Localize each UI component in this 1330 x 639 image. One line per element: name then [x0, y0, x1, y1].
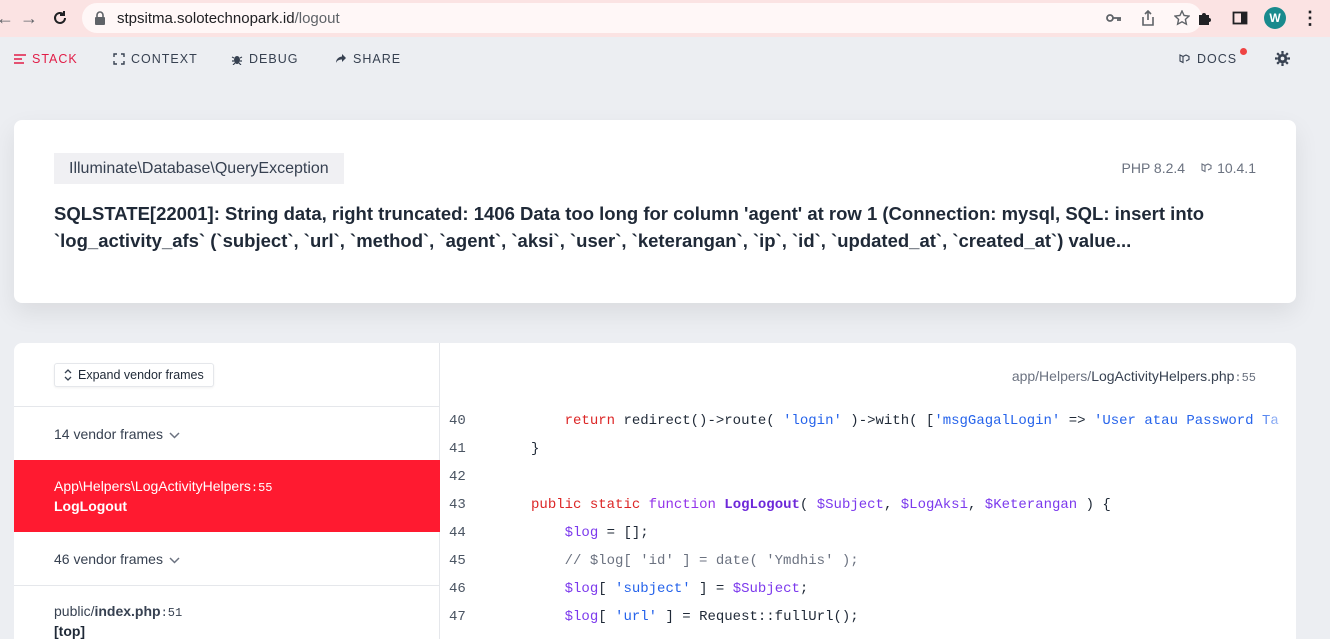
code-line[interactable]: 40 return redirect()->route( 'login' )->… [441, 407, 1279, 435]
exception-class[interactable]: Illuminate\Database\QueryException [54, 153, 344, 184]
code-line[interactable]: 44 $log = []; [441, 519, 1279, 547]
line-number: 41 [449, 441, 466, 457]
code-fade-overlay [1256, 407, 1296, 463]
code-line[interactable]: 43 public static function LogLogout( $Su… [441, 491, 1279, 519]
code-line[interactable]: 47 $log[ 'url' ] = Request::fullUrl(); [441, 603, 1279, 631]
tab-stack-label: STACK [32, 52, 78, 66]
frame-selected-line: :55 [250, 481, 273, 495]
docs-label: DOCS [1197, 52, 1238, 66]
code-source: return redirect()->route( 'login' )->wit… [564, 413, 1279, 429]
key-icon[interactable] [1104, 8, 1124, 28]
vendor-frames-group-2[interactable]: 46 vendor frames [14, 532, 440, 585]
forward-icon[interactable]: → [16, 5, 42, 31]
exception-card: Illuminate\Database\QueryException PHP 8… [14, 120, 1296, 303]
line-number: 42 [449, 469, 466, 485]
reload-icon[interactable] [47, 5, 73, 31]
line-number: 44 [449, 525, 466, 541]
profile-avatar[interactable]: W [1264, 7, 1286, 29]
code-line[interactable]: 46 $log[ 'subject' ] = $Subject; [441, 575, 1279, 603]
code-source: } [531, 441, 540, 457]
line-number: 40 [449, 413, 466, 429]
frame-entry-path: public/index.php:51 [54, 603, 440, 620]
address-bar[interactable]: stpsitma.solotechnopark.id/logout [82, 3, 1202, 33]
laravel-version-text: 10.4.1 [1217, 160, 1256, 176]
tab-debug[interactable]: DEBUG [231, 52, 298, 66]
settings-button[interactable] [1275, 51, 1290, 66]
code-viewer: app/Helpers/LogActivityHelpers.php:55 40… [441, 343, 1296, 639]
frame-entry-file: index.php [94, 603, 161, 619]
bookmark-star-icon[interactable] [1172, 8, 1192, 28]
frames-list: Expand vendor frames 14 vendor frames Ap… [14, 343, 440, 639]
code-file-dir: app/Helpers/ [1011, 368, 1092, 384]
frame-entry-line: :51 [160, 606, 183, 620]
share-icon [336, 54, 346, 63]
line-number: 45 [449, 553, 466, 569]
code-lines: 40 return redirect()->route( 'login' )->… [441, 407, 1279, 631]
extensions-icon[interactable] [1192, 6, 1216, 30]
line-number: 46 [449, 581, 466, 597]
docs-link[interactable]: DOCS [1179, 48, 1248, 66]
tab-debug-label: DEBUG [249, 52, 299, 66]
laravel-docs-icon [1179, 54, 1190, 64]
gear-icon [1275, 51, 1290, 66]
version-info: PHP 8.2.4 10.4.1 [1122, 160, 1257, 176]
frame-entry-point[interactable]: public/index.php:51 [top] [14, 585, 440, 639]
frame-entry-dir: public/ [54, 603, 95, 619]
context-icon [113, 53, 125, 65]
php-version: PHP 8.2.4 [1121, 160, 1186, 176]
tab-stack[interactable]: STACK [14, 52, 78, 66]
expand-vendor-frames-label: Expand vendor frames [78, 368, 204, 382]
vendor-frames-group-2-label: 46 vendor frames [54, 550, 163, 567]
frame-selected-class: App\Helpers\LogActivityHelpers [54, 478, 251, 494]
tab-context[interactable]: CONTEXT [113, 52, 198, 66]
code-file-line: :55 [1234, 371, 1256, 385]
frame-entry-function: [top] [54, 623, 86, 639]
docs-label-wrap: DOCS [1197, 48, 1248, 66]
stack-icon [14, 54, 26, 64]
code-source: $log[ 'url' ] = Request::fullUrl(); [564, 609, 859, 625]
code-line[interactable]: 45 // $log[ 'id' ] = date( 'Ymdhis' ); [441, 547, 1279, 575]
code-source: $log[ 'subject' ] = $Subject; [564, 581, 809, 597]
unfold-icon [64, 369, 72, 381]
bug-icon [231, 56, 243, 65]
share-page-icon[interactable] [1138, 8, 1158, 28]
chevron-down-icon [169, 551, 180, 567]
line-number: 43 [449, 497, 466, 513]
url-text: stpsitma.solotechnopark.id/logout [117, 9, 340, 27]
code-source: public static function LogLogout( $Subje… [531, 497, 1111, 513]
line-number: 47 [449, 609, 466, 625]
tab-context-label: CONTEXT [131, 52, 198, 66]
code-file-name: LogActivityHelpers.php [1091, 368, 1235, 384]
laravel-icon [1201, 163, 1212, 173]
browser-chrome: ← → stpsitma.solotechnopark.id/logout W [0, 0, 1330, 37]
exception-message: SQLSTATE[22001]: String data, right trun… [54, 203, 1205, 251]
code-file-path[interactable]: app/Helpers/LogActivityHelpers.php:55 [1012, 368, 1256, 385]
code-source: // $log[ 'id' ] = date( 'Ymdhis' ); [564, 553, 859, 569]
tab-share-label: SHARE [353, 52, 402, 66]
lock-icon [94, 11, 108, 25]
frame-selected[interactable]: App\Helpers\LogActivityHelpers:55 LogLog… [14, 460, 440, 532]
chevron-down-icon [169, 426, 180, 442]
code-line[interactable]: 42 [441, 463, 1279, 491]
tab-share[interactable]: SHARE [335, 52, 401, 66]
expand-vendor-frames-button[interactable]: Expand vendor frames [54, 363, 214, 387]
code-source: $log = []; [564, 525, 649, 541]
vendor-frames-group-1-label: 14 vendor frames [54, 425, 163, 442]
code-line[interactable]: 41 } [441, 435, 1279, 463]
stack-panel: Expand vendor frames 14 vendor frames Ap… [14, 343, 1296, 639]
menu-kebab-icon[interactable]: ⋮ [1298, 6, 1322, 30]
frame-selected-path: App\Helpers\LogActivityHelpers:55 [54, 478, 440, 495]
side-panel-icon[interactable] [1228, 6, 1252, 30]
frame-selected-function: LogLogout [54, 498, 128, 514]
vendor-frames-group-1[interactable]: 14 vendor frames [14, 406, 440, 460]
ignition-toolbar: STACK CONTEXT DEBUG SHARE DOCS [0, 40, 1330, 80]
docs-notification-dot [1240, 48, 1248, 55]
laravel-version: 10.4.1 [1201, 160, 1256, 176]
